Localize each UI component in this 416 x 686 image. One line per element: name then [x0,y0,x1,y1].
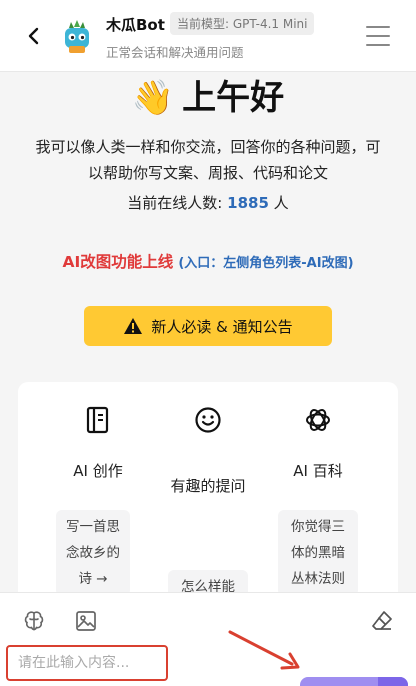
greeting-text: 上午好 [182,78,285,118]
intro-line-2: 以帮助你写文案、周报、代码和论文 [87,164,328,182]
greeting: 👋 上午好 [0,76,416,120]
notebook-icon [86,406,109,434]
prompt-suggestion-1[interactable]: 写一首思 念故乡的 诗 → [56,510,130,596]
notice-button[interactable]: 新人必读 & 通知公告 [84,306,332,346]
online-count: 1885 [227,194,269,212]
prompt-line: 你觉得三 [291,519,345,535]
chevron-left-icon [28,27,39,45]
notice-label: 新人必读 & 通知公告 [151,317,293,336]
warning-icon [124,318,143,334]
model-badge[interactable]: 当前模型: GPT-4.1 Mini [170,12,315,35]
eraser-icon[interactable] [370,609,394,633]
feature-title: AI 百科 [293,462,343,480]
message-input-wrapper [6,645,168,681]
app-header: 木瓜Bot 当前模型: GPT-4.1 Mini 正常会话和解决通用问题 [0,0,416,72]
prompt-line: 体的黑暗 [291,545,345,561]
prompt-line: 诗 → [78,571,108,587]
online-suffix: 人 [273,194,289,212]
intro-line-1: 我可以像人类一样和你交流，回答你的各种问题，可 [35,138,381,156]
intro-text: 我可以像人类一样和你交流，回答你的各种问题，可 以帮助你写文案、周报、代码和论文 [20,134,396,186]
waving-hand-icon: 👋 [131,78,175,118]
hamburger-menu-icon[interactable] [366,26,390,46]
prompt-line: 丛林法则 [291,571,345,587]
bot-avatar [60,20,94,54]
prompt-suggestion-3[interactable]: 你觉得三 体的黑暗 丛林法则 [278,510,358,596]
smile-icon [195,407,221,433]
feature-ai-creation[interactable]: AI 创作 [38,406,158,486]
prompt-line: 念故乡的 [66,545,120,561]
input-area [0,592,416,686]
annotation-arrow-icon [228,630,300,670]
bot-subtitle: 正常会话和解决通用问题 [106,45,244,60]
openai-icon [306,409,330,431]
promo-entry-hint: (入口：左侧角色列表-AI改图) [178,256,354,271]
bot-name: 木瓜Bot [106,16,165,34]
send-button[interactable] [300,677,408,686]
send-button-edge [378,677,408,686]
online-prefix: 当前在线人数: [127,194,223,212]
back-button[interactable] [20,22,48,50]
promo-banner[interactable]: AI改图功能上线 (入口：左侧角色列表-AI改图) [0,250,416,272]
feature-title: 有趣的提问 [170,477,246,495]
brain-icon[interactable] [22,609,46,633]
feature-card: AI 创作 有趣的提问 AI 百科 写一首思 念故乡的 诗 → 怎么样能 你觉得… [18,382,398,602]
image-icon[interactable] [74,609,98,633]
message-input[interactable] [8,647,166,679]
feature-fun-questions[interactable]: 有趣的提问 [148,406,268,516]
prompt-line: 写一首思 [66,519,120,535]
promo-title: AI改图功能上线 [62,253,174,271]
feature-title: AI 创作 [73,462,123,480]
online-users: 当前在线人数: 1885 人 [0,192,416,213]
feature-ai-encyclopedia[interactable]: AI 百科 [258,406,378,486]
